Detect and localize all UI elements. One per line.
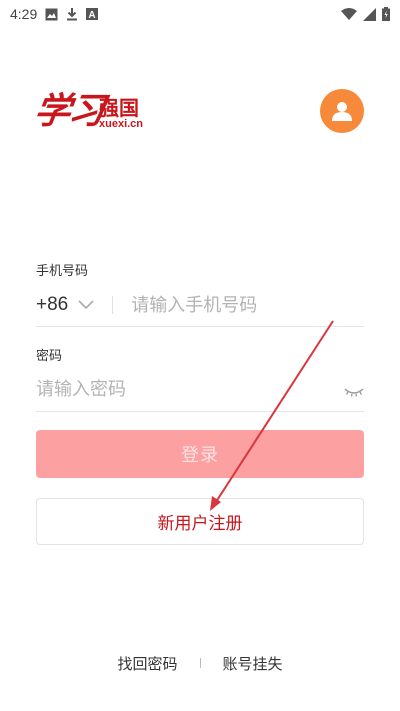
bottom-links: 找回密码 账号挂失 bbox=[0, 652, 400, 674]
register-button-label: 新用户注册 bbox=[157, 514, 243, 534]
signal-icon bbox=[363, 7, 376, 21]
divider bbox=[112, 296, 114, 314]
avatar-button[interactable] bbox=[320, 89, 364, 133]
country-code-selector[interactable]: +86 bbox=[36, 294, 68, 316]
phone-input[interactable] bbox=[131, 294, 352, 316]
image-icon bbox=[45, 8, 58, 20]
status-right bbox=[341, 7, 390, 21]
forgot-password-link[interactable]: 找回密码 bbox=[117, 653, 177, 674]
logo-domain: xuexi.cn bbox=[99, 118, 144, 130]
phone-label: 手机号码 bbox=[36, 264, 89, 279]
download-icon bbox=[67, 8, 78, 21]
app-logo: 学习 强国 xuexi.cn bbox=[32, 82, 160, 142]
register-button[interactable]: 新用户注册 bbox=[36, 498, 364, 545]
divider bbox=[199, 658, 201, 668]
account-lost-link[interactable]: 账号挂失 bbox=[223, 653, 283, 674]
font-icon: A bbox=[86, 8, 99, 20]
battery-icon bbox=[382, 7, 390, 21]
phone-row: +86 bbox=[36, 284, 364, 327]
status-bar: 4:29 A bbox=[0, 0, 400, 28]
user-icon bbox=[332, 102, 352, 121]
status-left: 4:29 A bbox=[10, 6, 99, 22]
eye-closed-icon[interactable] bbox=[344, 383, 364, 397]
login-button-label: 登录 bbox=[181, 445, 219, 466]
chevron-down-icon[interactable] bbox=[78, 297, 94, 313]
wifi-icon bbox=[341, 7, 357, 20]
logo-script: 学习 bbox=[31, 90, 106, 132]
password-input[interactable] bbox=[36, 379, 316, 400]
password-label: 密码 bbox=[36, 349, 63, 364]
login-button[interactable]: 登录 bbox=[36, 430, 364, 478]
logo-main-text: 强国 bbox=[99, 96, 139, 120]
status-time: 4:29 bbox=[10, 6, 38, 22]
svg-text:A: A bbox=[89, 10, 96, 20]
password-row bbox=[36, 368, 364, 412]
